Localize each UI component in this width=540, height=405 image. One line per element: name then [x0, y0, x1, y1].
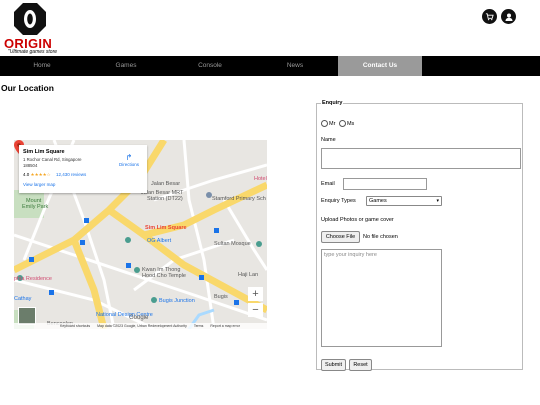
- map-label-kwan2: Hood Cho Temple: [142, 273, 186, 279]
- title-radio-group: Mr Ms: [321, 120, 354, 127]
- origin-logo-icon: [14, 3, 46, 35]
- chevron-down-icon: ▾: [436, 198, 439, 204]
- enquiry-type-select[interactable]: Games ▾: [366, 196, 442, 206]
- name-label: Name: [321, 137, 336, 143]
- map-label-hajlane: Haji Lan: [238, 272, 259, 278]
- map-label-hotel: Hotel: [254, 176, 267, 182]
- submit-button[interactable]: Submit: [321, 359, 346, 371]
- map-label-cathay: Cathay: [14, 296, 32, 302]
- nav-news[interactable]: News: [252, 56, 338, 76]
- map-label-bugis-junction: Bugis Junction: [159, 298, 195, 304]
- zoom-out-button[interactable]: −: [248, 303, 263, 317]
- inquiry-textarea[interactable]: [321, 249, 442, 347]
- terms-link[interactable]: Terms: [194, 324, 204, 328]
- email-field[interactable]: [343, 178, 427, 190]
- map-label-station: Jalan Besar: [151, 181, 181, 187]
- directions-label: Directions: [118, 162, 139, 167]
- page-title: Our Location: [1, 83, 54, 93]
- directions-icon: ↱: [125, 153, 133, 162]
- map-label-station3: Station (DT22): [147, 196, 183, 202]
- nav-home[interactable]: Home: [0, 56, 84, 76]
- user-icon[interactable]: [501, 9, 516, 24]
- map-label-school: Stamford Primary Sch: [212, 196, 266, 202]
- radio-ms-label: Ms: [346, 120, 355, 127]
- main-nav: Home Games Console News Contact Us: [0, 56, 540, 76]
- reviews-link[interactable]: 12,430 reviews: [56, 172, 86, 177]
- nav-console[interactable]: Console: [168, 56, 252, 76]
- radio-ms[interactable]: [338, 120, 346, 127]
- report-error-link[interactable]: Report a map error: [210, 324, 240, 328]
- map-label-sultan: Sultan Mosque: [214, 241, 251, 247]
- choose-file-button[interactable]: Choose File: [321, 231, 360, 243]
- enquiry-type-value: Games: [369, 198, 387, 204]
- map-label-mount2: Emily Park: [22, 204, 49, 210]
- email-label: Email: [321, 181, 335, 187]
- keyboard-shortcuts-link[interactable]: Keyboard shortcuts: [60, 324, 90, 328]
- enquiry-form: Enquiry Mr Ms Name Email Enquiry Types G…: [316, 100, 523, 371]
- map-label-ogalbert: OG Albert: [147, 238, 172, 244]
- name-field[interactable]: [321, 148, 521, 169]
- zoom-in-button[interactable]: +: [248, 287, 263, 301]
- map-label-residence: phia Residence: [14, 276, 52, 282]
- view-larger-map-link[interactable]: View larger map: [23, 182, 55, 187]
- map-footer: Keyboard shortcuts Map data ©2023 Google…: [14, 323, 267, 329]
- nav-contact-us[interactable]: Contact Us: [338, 56, 422, 76]
- place-name: Sim Lim Square: [23, 149, 65, 155]
- enquiry-legend: Enquiry: [322, 100, 343, 106]
- star-rating-icon: ★★★★☆: [30, 172, 51, 177]
- directions-button[interactable]: ↱ Directions: [115, 153, 143, 167]
- cart-icon[interactable]: [482, 9, 497, 24]
- map-pin-label: Sim Lim Square: [145, 225, 187, 231]
- reset-button[interactable]: Reset: [349, 359, 372, 371]
- rating-value: 4.0: [23, 172, 30, 177]
- nav-games[interactable]: Games: [84, 56, 168, 76]
- address-line-2: 188504: [23, 162, 38, 168]
- place-address: 1 Rochor Canal Rd, Singapore 188504: [23, 157, 95, 168]
- upload-label: Upload Photos or game cover: [321, 217, 394, 223]
- no-file-text: No file chosen: [363, 234, 398, 240]
- radio-mr[interactable]: [321, 120, 328, 127]
- embedded-map[interactable]: Jalan Besar Jalan Besar MRT Station (DT2…: [14, 140, 267, 329]
- google-logo: Google: [129, 315, 149, 321]
- radio-mr-label: Mr: [329, 120, 336, 127]
- brand-tagline: "Ultimate games store: [8, 49, 58, 55]
- place-info-card: Sim Lim Square 1 Rochor Canal Rd, Singap…: [19, 145, 147, 193]
- map-label-bugis: Bugis: [214, 294, 228, 300]
- place-rating: 4.0 ★★★★☆ 12,430 reviews: [23, 172, 86, 178]
- enquiry-types-label: Enquiry Types: [321, 198, 356, 204]
- map-data-attribution: Map data ©2023 Google, Urban Redevelopme…: [97, 324, 187, 328]
- site-logo[interactable]: ORIGIN "Ultimate games store: [4, 2, 60, 55]
